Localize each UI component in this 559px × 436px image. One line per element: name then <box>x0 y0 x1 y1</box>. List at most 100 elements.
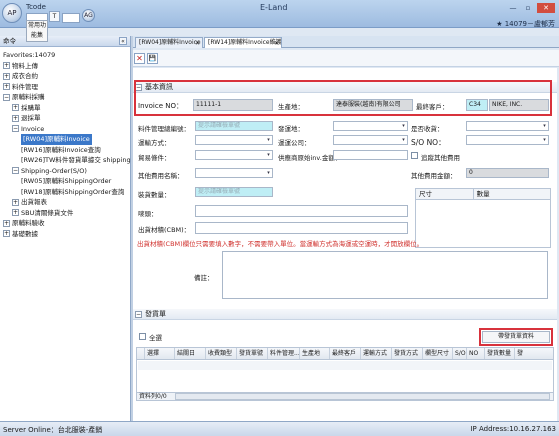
expand-icon[interactable]: + <box>12 198 19 206</box>
tree-item-shipping-order[interactable]: − Shipping-Order(S/O) <box>0 166 130 177</box>
minimize-button[interactable]: — <box>507 3 519 13</box>
grid-filter-row[interactable] <box>138 361 552 370</box>
collapse-icon[interactable]: − <box>12 167 19 174</box>
expand-icon[interactable]: + <box>3 219 10 227</box>
other-fee-amount-field[interactable]: 0 <box>466 168 549 178</box>
grid-col-ship-method[interactable]: 發貨方式 <box>392 348 423 359</box>
grid-col-qty[interactable]: 發貨數量 <box>485 348 515 359</box>
remarks-label: 備註： <box>194 274 214 282</box>
tree-item-material-mgmt[interactable]: + 料件管理 <box>0 82 130 93</box>
grid-col-more[interactable]: 發 <box>515 348 529 359</box>
tree-item-label: 料件管理 <box>12 82 38 91</box>
tcode-go-button[interactable]: T <box>49 11 60 22</box>
chevron-down-icon[interactable]: ▾ <box>266 137 271 143</box>
tree-item-label: SBU清關條貨文件 <box>21 208 74 217</box>
expand-icon[interactable]: + <box>3 62 10 69</box>
save-button[interactable]: 💾 <box>147 53 158 64</box>
grid-col-size[interactable]: 欄型尺寸 <box>423 348 453 359</box>
ref-invoice-amount-input[interactable] <box>333 150 408 160</box>
expand-icon[interactable]: + <box>12 104 19 111</box>
grid-col-customer[interactable]: 最終客戶 <box>330 348 361 359</box>
customer-name-field[interactable]: NIKE, INC. <box>489 99 549 111</box>
tree-item-rw18[interactable]: [RW18]原輔料ShippingOrder查詢 <box>0 187 130 198</box>
ag-button[interactable]: AG <box>82 9 95 22</box>
tree-item-purchase-order[interactable]: + 採購單 <box>0 103 130 114</box>
grid-col-so[interactable]: S/O <box>453 348 467 359</box>
partial-select[interactable]: ▾ <box>466 121 549 131</box>
grid-col-ship-mode[interactable]: 運輸方式 <box>361 348 392 359</box>
expand-icon[interactable]: + <box>3 230 10 237</box>
volume-input[interactable] <box>195 222 408 234</box>
collapse-icon[interactable]: − <box>135 311 142 318</box>
grid-col-mgmt-no[interactable]: 料件管理... <box>268 348 300 359</box>
select-all-checkbox[interactable] <box>139 333 146 340</box>
tree-item-garment-contract[interactable]: + 成衣合約 <box>0 71 130 82</box>
collapse-panel-button[interactable]: « <box>119 37 127 45</box>
tcode-field[interactable] <box>62 13 80 23</box>
tree-item-invoice[interactable]: − Invoice <box>0 124 130 135</box>
app-menu-button[interactable]: AP <box>2 3 22 23</box>
chevron-down-icon[interactable]: ▾ <box>266 170 271 176</box>
collapse-icon[interactable]: − <box>3 93 10 101</box>
tree-item-rw16[interactable]: [RW16]原輔料Invoice查詢 <box>0 145 130 156</box>
loading-qty-input[interactable]: 提示請確檢單號 <box>195 187 273 197</box>
remarks-textarea[interactable] <box>222 251 548 299</box>
tree-item-rw04[interactable]: [RW04]原輔料Invoice <box>0 134 130 145</box>
grid-col-shipment-no[interactable]: 發貨單號 <box>237 348 268 359</box>
grid-horizontal-scrollbar[interactable] <box>175 393 550 400</box>
expand-icon[interactable]: + <box>3 72 10 80</box>
tree-item-receiving[interactable]: + 原輔料驗收 <box>0 218 130 229</box>
maximize-button[interactable]: ▫ <box>522 3 534 13</box>
chevron-down-icon[interactable]: ▾ <box>542 123 547 129</box>
expand-icon[interactable]: + <box>3 83 10 90</box>
tree-item-favorites[interactable]: Favorites:14079 <box>0 50 130 61</box>
collapse-icon[interactable]: − <box>12 125 19 132</box>
chevron-down-icon[interactable]: ▾ <box>401 123 406 129</box>
tree-item-purchasing[interactable]: − 原輔料採購 <box>0 92 130 103</box>
trade-terms-select[interactable]: ▾ <box>195 150 273 160</box>
ship-company-select[interactable]: ▾ <box>333 135 408 145</box>
close-window-button[interactable]: ✕ <box>537 3 555 13</box>
origin-label: 生產地： <box>278 103 304 111</box>
collapse-icon[interactable]: − <box>135 84 142 91</box>
grid-col-select[interactable]: 選擇 <box>145 348 175 359</box>
customer-code-field[interactable]: C34 <box>466 99 488 111</box>
tree-item-label: [RW26]TW料件發貨單據交 shipping <box>21 156 131 164</box>
tree-item-shipping-report[interactable]: + 出貨報表 <box>0 197 130 208</box>
grid-col-fee-type[interactable]: 收費類型 <box>206 348 237 359</box>
grid-col-origin[interactable]: 生產地 <box>300 348 330 359</box>
tree-item-rw05[interactable]: [RW05]原輔料ShippingOrder <box>0 176 130 187</box>
chevron-down-icon[interactable]: ▾ <box>401 137 406 143</box>
other-fee-checkbox[interactable] <box>411 152 418 159</box>
grid-col-customs-date[interactable]: 結關日 <box>175 348 206 359</box>
grid-col-no[interactable]: NO <box>467 348 485 359</box>
expand-icon[interactable]: + <box>12 209 19 216</box>
tree-item-rw26[interactable]: [RW26]TW料件發貨單據交 shipping <box>0 155 131 166</box>
tab-close-icon[interactable]: ✕ <box>195 39 200 48</box>
tree-item-sbu-docs[interactable]: + SBU清關條貨文件 <box>0 208 130 219</box>
mgmt-no-input[interactable]: 提示請確檢單號 <box>195 121 273 131</box>
load-shipment-button[interactable]: 帶發貨單資料 <box>482 331 550 343</box>
expand-icon[interactable]: + <box>12 114 19 122</box>
tab-rw04[interactable]: [RW04]原輔料Invoice ✕ <box>135 37 203 48</box>
shipment-header[interactable]: − 發貨單 <box>133 309 557 320</box>
tree-item-return-order[interactable]: + 退採單 <box>0 113 130 124</box>
origin-field[interactable]: 達泰服裝(越南)有限公司 <box>333 99 413 111</box>
ref-invoice-amount-label: 供應商原始inv.金額： <box>278 154 342 162</box>
close-form-button[interactable]: ✕ <box>134 53 145 64</box>
tree-item-material-upload[interactable]: + 物料上傳 <box>0 61 130 72</box>
marks-input[interactable] <box>195 205 408 217</box>
destination-select[interactable]: ▾ <box>333 121 408 131</box>
ip-address: IP Address:10.16.27.163 <box>470 425 556 433</box>
ship-mode-select[interactable]: ▾ <box>195 135 273 145</box>
so-no-select[interactable]: ▾ <box>466 135 549 145</box>
tree-item-basic-data[interactable]: + 基礎數據 <box>0 229 130 240</box>
chevron-down-icon[interactable]: ▾ <box>266 152 271 158</box>
tab-close-icon[interactable]: ✕ <box>274 39 279 48</box>
other-fee-name-select[interactable]: ▾ <box>195 168 273 178</box>
invoice-no-field[interactable]: 11111-1 <box>193 99 273 111</box>
tab-rw14[interactable]: [RW14]原輔料Invoice維護 ✕ <box>204 37 282 48</box>
chevron-down-icon[interactable]: ▾ <box>542 137 547 143</box>
basic-info-header[interactable]: − 基本資訊 <box>133 82 557 93</box>
row-count: 資料列0/0 <box>139 393 167 400</box>
